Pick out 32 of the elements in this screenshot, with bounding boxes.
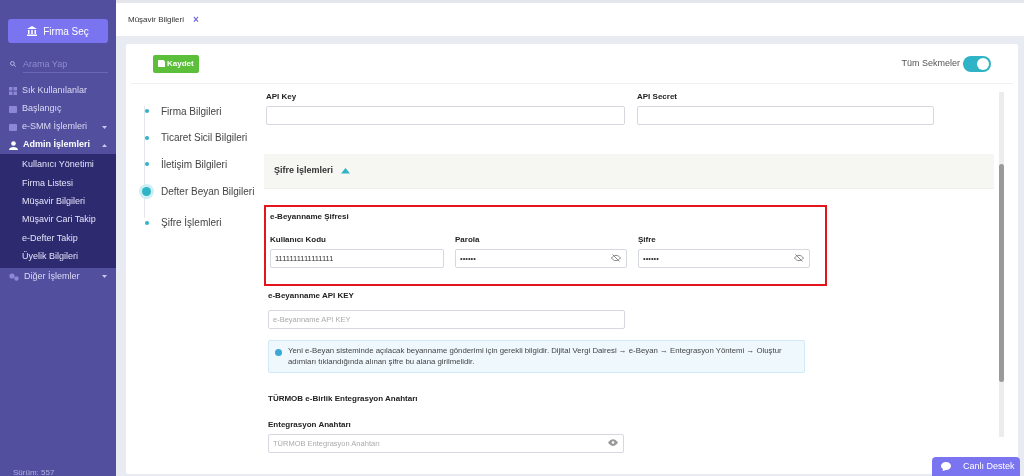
field-label: e-Beyanname API KEY	[268, 290, 355, 302]
toggle-label: Tüm Sekmeler	[901, 56, 960, 70]
sidebar-item[interactable]: Sık Kullanılanlar	[0, 82, 116, 100]
field-label: API Secret	[637, 91, 679, 103]
field-label: API Key	[266, 91, 298, 103]
sidebar-item[interactable]: Admin İşlemleri	[0, 136, 116, 154]
submenu-item[interactable]: Firma Listesi	[0, 174, 116, 193]
section-header[interactable]: Şifre İşlemleri	[264, 154, 994, 189]
sidebar-item[interactable]: e-SMM İşlemleri	[0, 118, 116, 136]
sidebar-item[interactable]: Başlangıç	[0, 100, 116, 118]
step-link[interactable]: Ticaret Sicil Bilgileri	[161, 130, 248, 146]
live-support-button[interactable]: Canlı Destek	[932, 457, 1020, 476]
field-label: Entegrasyon Anahtarı	[268, 419, 352, 431]
submenu-item[interactable]: Üyelik Bilgileri	[0, 247, 116, 266]
firm-select-button[interactable]: Firma Seç	[8, 19, 108, 43]
submenu-item[interactable]: Kullanıcı Yönetimi	[0, 156, 116, 175]
step-link[interactable]: İletişim Bilgileri	[161, 157, 228, 172]
field-label: e-Beyanname Şifresi	[270, 211, 350, 223]
step-link[interactable]: Şifre İşlemleri	[161, 215, 222, 231]
page-tab[interactable]: Müşavir Bilgileri ×	[128, 12, 199, 27]
field-label: Kullanıcı Kodu	[270, 234, 327, 246]
close-icon[interactable]: ×	[193, 12, 199, 27]
submenu-item[interactable]: e-Defter Takip	[0, 229, 116, 248]
submenu-item[interactable]: Müşavir Cari Takip	[0, 210, 116, 230]
field-label: Parola	[455, 234, 481, 246]
version-text: Sürüm: 557	[13, 467, 55, 476]
sidebar-item[interactable]: Diğer İşlemler	[0, 267, 116, 286]
step-link[interactable]: Firma Bilgileri	[161, 103, 222, 119]
step-link[interactable]: Defter Beyan Bilgileri	[161, 183, 255, 199]
field-label: TÜRMOB e-Birlik Entegrasyon Anahtarı	[268, 393, 419, 405]
field-label: Şifre	[638, 234, 657, 246]
submenu-item[interactable]: Müşavir Bilgileri	[0, 192, 116, 211]
